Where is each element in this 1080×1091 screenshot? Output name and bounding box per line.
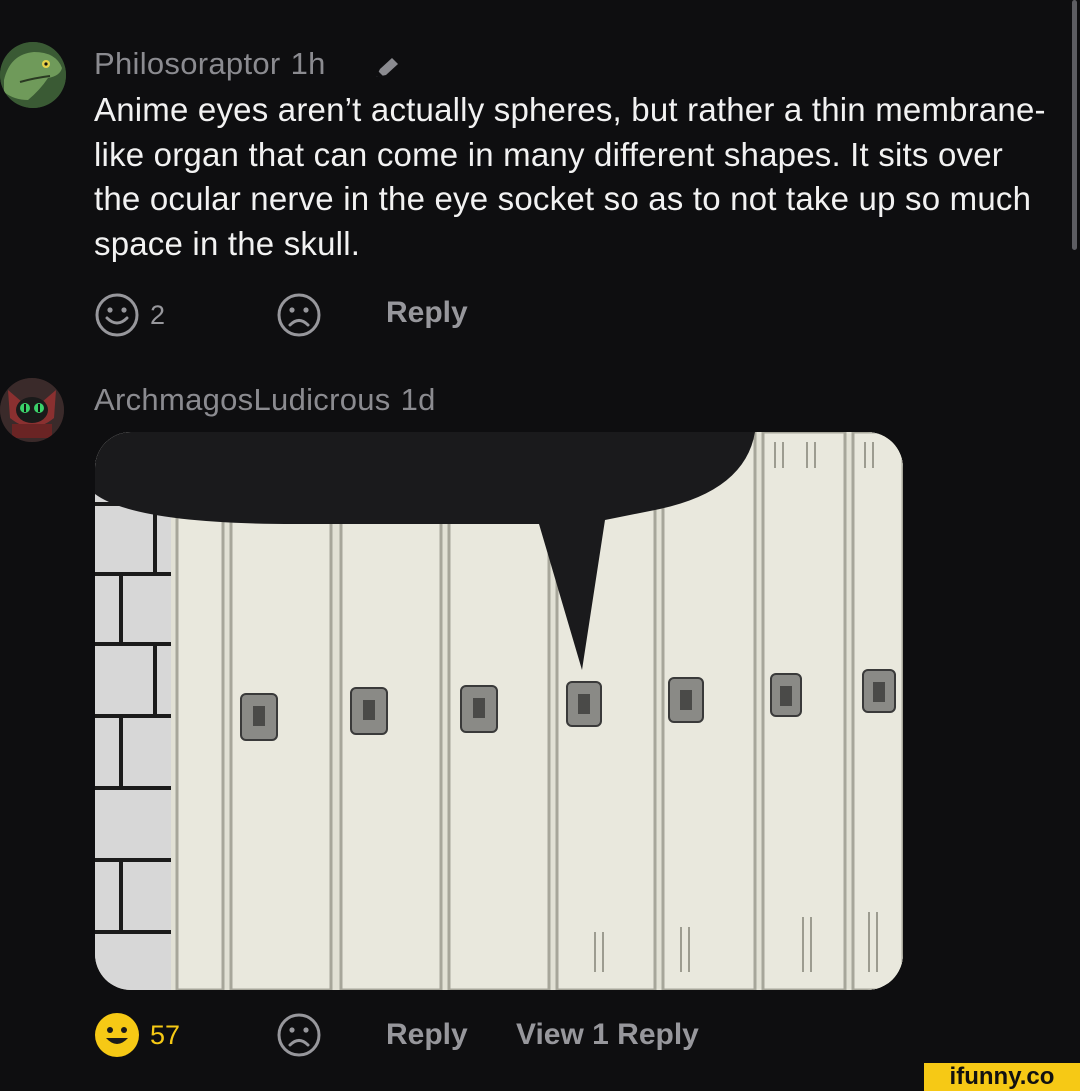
dinosaur-avatar-icon bbox=[0, 42, 66, 108]
smile-face-icon bbox=[95, 293, 139, 337]
comment-username[interactable]: Philosoraptor 1h bbox=[94, 46, 326, 82]
philosoraptor-avatar[interactable] bbox=[0, 42, 66, 108]
comment-username-2[interactable]: ArchmagosLudicrous 1d bbox=[94, 382, 436, 418]
ifunny-watermark: ifunny.co bbox=[924, 1063, 1080, 1091]
view-replies-link[interactable]: View 1 Reply bbox=[516, 1018, 699, 1052]
frown-face-icon bbox=[277, 293, 321, 337]
speech-bubble-lockers-image bbox=[95, 432, 903, 990]
comment-time-2: 1d bbox=[400, 382, 436, 417]
unsmile-button-2[interactable] bbox=[276, 1012, 322, 1058]
comment-image[interactable] bbox=[95, 432, 903, 990]
smile-face-filled-icon bbox=[95, 1013, 139, 1057]
smile-count-2: 57 bbox=[150, 1019, 181, 1050]
archmagos-avatar[interactable] bbox=[0, 378, 64, 442]
smile-count: 2 bbox=[150, 299, 166, 330]
smile-button-2[interactable]: 57 bbox=[94, 1012, 180, 1058]
username-text: Philosoraptor bbox=[94, 46, 281, 81]
frown-face-icon-2 bbox=[277, 1013, 321, 1057]
pencil-icon bbox=[376, 58, 398, 77]
username-text-2: ArchmagosLudicrous bbox=[94, 382, 391, 417]
reply-button[interactable]: Reply bbox=[386, 296, 468, 330]
unsmile-button[interactable] bbox=[276, 292, 322, 338]
comment-time: 1h bbox=[290, 46, 326, 81]
scrollbar[interactable] bbox=[1072, 0, 1077, 250]
reply-button-2[interactable]: Reply bbox=[386, 1018, 468, 1052]
cat-avatar-icon bbox=[0, 378, 64, 442]
smile-button[interactable]: 2 bbox=[94, 292, 165, 338]
comment-body: Anime eyes aren’t actually spheres, but … bbox=[94, 91, 1046, 262]
